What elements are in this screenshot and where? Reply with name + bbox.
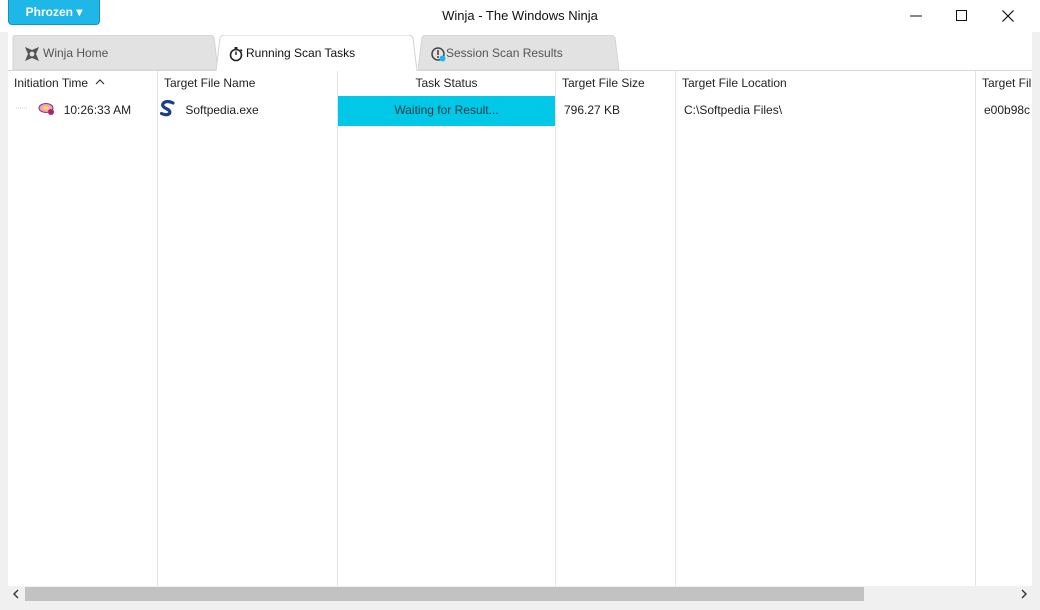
minimize-icon — [910, 15, 922, 17]
tab-label: Winja Home — [43, 46, 109, 60]
task-status-cell: Waiting for Result... — [338, 96, 555, 126]
tab-winja-home[interactable]: Winja Home — [12, 35, 218, 71]
close-icon — [1002, 10, 1014, 22]
ninja-icon — [25, 47, 39, 61]
info-icon — [431, 47, 446, 62]
softpedia-file-icon — [160, 99, 175, 117]
column-divider[interactable] — [555, 71, 556, 587]
app-window: Phrozen ▾ Winja - The Windows Ninja Winj… — [0, 0, 1040, 610]
tab-label: Running Scan Tasks — [246, 46, 356, 60]
header-target-file-size[interactable]: Target File Size — [556, 71, 675, 95]
scan-tasks-table: Initiation Time Target File Name Task St… — [8, 70, 1032, 587]
header-task-status[interactable]: Task Status — [338, 71, 555, 95]
scroll-right-icon[interactable] — [1016, 586, 1032, 602]
file-name-cell: Softpedia.exe — [160, 96, 336, 126]
header-target-file-location[interactable]: Target File Location — [676, 71, 975, 95]
file-hash-cell: e00b98c — [984, 103, 1031, 117]
stopwatch-icon — [229, 47, 243, 62]
header-initiation-time[interactable]: Initiation Time — [8, 71, 157, 95]
scroll-left-icon[interactable] — [8, 586, 24, 602]
minimize-button[interactable] — [893, 0, 939, 32]
tab-label: Session Scan Results — [446, 46, 563, 60]
header-label: Initiation Time — [14, 76, 89, 90]
horizontal-scrollbar[interactable] — [8, 586, 1032, 602]
close-button[interactable] — [985, 0, 1031, 32]
sort-ascending-icon — [95, 79, 105, 85]
title-bar: Phrozen ▾ Winja - The Windows Ninja — [0, 0, 1040, 32]
tab-session-scan-results[interactable]: Session Scan Results — [418, 35, 620, 71]
maximize-icon — [956, 10, 967, 21]
scrollbar-thumb[interactable] — [25, 587, 864, 601]
header-target-file-name[interactable]: Target File Name — [158, 71, 337, 95]
file-name-value: Softpedia.exe — [185, 103, 259, 117]
file-size-cell: 796.27 KB — [564, 103, 621, 117]
window-title: Winja - The Windows Ninja — [442, 8, 598, 23]
column-divider[interactable] — [675, 71, 676, 587]
tree-line-icon — [16, 107, 27, 109]
maximize-button[interactable] — [939, 0, 985, 32]
initiation-time-value: 10:26:33 AM — [63, 103, 132, 117]
column-divider[interactable] — [157, 71, 158, 587]
file-location-cell: C:\Softpedia Files\ — [684, 103, 783, 117]
header-target-file-hash[interactable]: Target Fil — [976, 71, 1032, 95]
tab-running-scan-tasks[interactable]: Running Scan Tasks — [216, 35, 418, 71]
column-divider[interactable] — [337, 71, 338, 587]
column-divider[interactable] — [975, 71, 976, 587]
tab-strip: Winja Home Session Scan Results Running … — [8, 32, 1032, 71]
scan-task-icon — [38, 103, 55, 115]
initiation-time-cell: 10:26:33 AM — [16, 96, 156, 126]
